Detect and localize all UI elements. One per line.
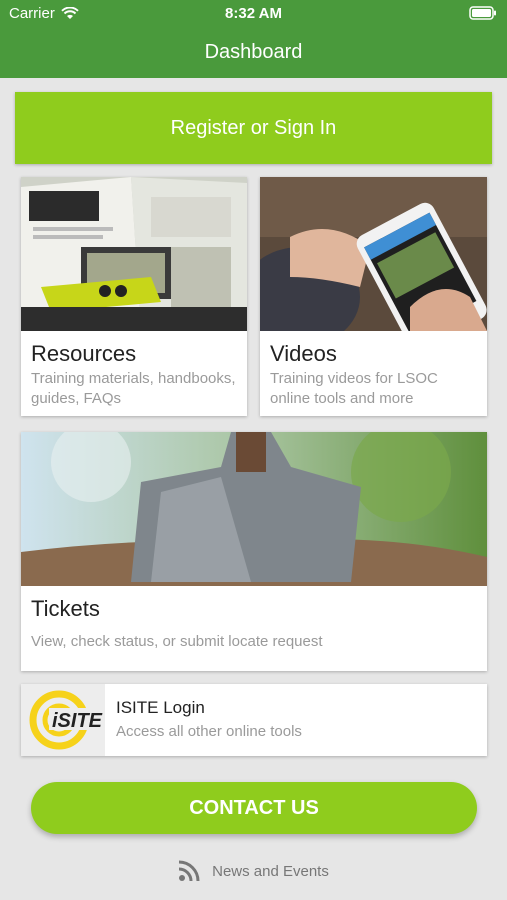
register-sign-in-button[interactable]: Register or Sign In xyxy=(15,92,492,164)
tickets-description: View, check status, or submit locate req… xyxy=(31,633,323,650)
isite-title: ISITE Login xyxy=(116,698,205,717)
isite-logo: iSITE xyxy=(21,684,105,756)
tickets-title: Tickets xyxy=(31,596,100,621)
videos-description: Training videos for LSOC online tools an… xyxy=(270,370,438,407)
news-and-events-link[interactable]: News and Events xyxy=(0,860,507,882)
resources-title: Resources xyxy=(31,341,137,366)
contact-us-button[interactable]: CONTACT US xyxy=(31,782,477,834)
isite-logo-text: iSITE xyxy=(52,710,103,732)
resources-description: Training materials, handbooks, guides, F… xyxy=(31,370,236,407)
isite-login-card[interactable]: iSITE ISITE Login Access all other onlin… xyxy=(21,684,487,756)
tickets-card[interactable]: Tickets View, check status, or submit lo… xyxy=(21,432,487,671)
resources-image xyxy=(21,177,247,331)
battery-icon xyxy=(469,6,497,24)
rss-icon xyxy=(178,860,200,882)
nav-bar: Dashboard xyxy=(0,28,507,78)
isite-description: Access all other online tools xyxy=(116,723,302,740)
videos-card[interactable]: Videos Training videos for LSOC online t… xyxy=(260,177,487,416)
news-link-label: News and Events xyxy=(212,862,329,880)
status-bar: Carrier 8:32 AM xyxy=(0,0,507,28)
status-time: 8:32 AM xyxy=(225,5,282,22)
resources-card[interactable]: Resources Training materials, handbooks,… xyxy=(21,177,247,416)
videos-image xyxy=(260,177,487,331)
videos-title: Videos xyxy=(270,341,337,366)
register-button-label: Register or Sign In xyxy=(170,116,337,139)
tickets-image xyxy=(21,432,487,586)
contact-button-label: CONTACT US xyxy=(189,796,319,819)
page-title: Dashboard xyxy=(204,41,303,63)
